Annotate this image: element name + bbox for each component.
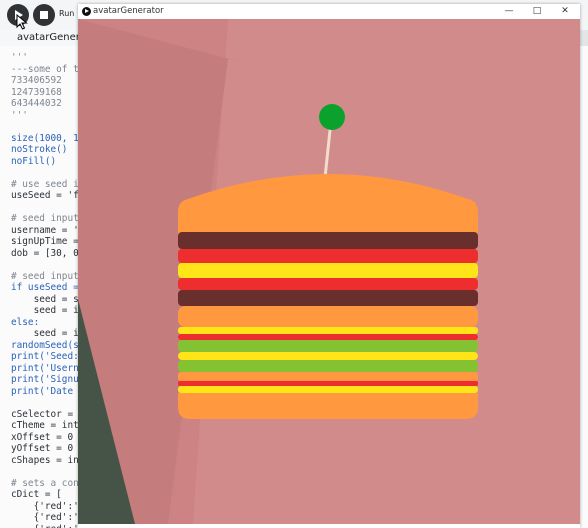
code-line: randomSeed(s — [11, 339, 79, 351]
code-line: 643444032 — [11, 98, 62, 109]
sketch-titlebar[interactable]: avatarGenerator — □ ✕ — [78, 4, 580, 19]
mouse-cursor-icon — [16, 14, 28, 30]
run-label: Run — [59, 9, 75, 18]
code-line: # sets a con — [11, 477, 79, 489]
lettuce-layer-2 — [178, 360, 478, 372]
code-line: {'red':' — [11, 512, 79, 523]
code-line: print('Seed: — [11, 351, 79, 362]
code-line: else: — [11, 316, 40, 328]
cheese-layer-3 — [178, 352, 478, 360]
cheese-layer-2 — [178, 327, 478, 334]
code-line: 124739168 — [11, 86, 62, 98]
code-line: seed = i — [11, 328, 79, 339]
code-line: # seed input — [11, 270, 79, 282]
olive — [319, 104, 345, 130]
code-line: ---some of t — [11, 63, 79, 75]
code-line: ''' — [11, 109, 28, 121]
processing-app-icon — [82, 7, 91, 16]
maximize-button[interactable]: □ — [526, 5, 548, 18]
tomato-layer-4 — [178, 381, 478, 386]
code-line: username = ' — [11, 224, 79, 236]
bun-lower — [178, 372, 478, 381]
code-line: print('Usern — [11, 362, 79, 374]
tomato-layer-2 — [178, 278, 478, 290]
close-button[interactable]: ✕ — [554, 5, 576, 18]
patty-bottom — [178, 290, 478, 306]
stop-icon — [40, 11, 48, 19]
code-line: yOffset = 0 — [11, 443, 74, 454]
code-line: {'red':' — [11, 500, 79, 512]
code-line: cTheme = int — [11, 420, 79, 431]
code-line: 733406592 — [11, 75, 62, 86]
bun-middle — [178, 306, 478, 327]
tomato-layer-3 — [178, 334, 478, 340]
code-line: noFill() — [11, 155, 57, 167]
code-line: seed = s — [11, 293, 79, 305]
code-line: xOffset = 0 — [11, 431, 74, 443]
bottom-bun — [178, 393, 478, 419]
code-line: print('Signu — [11, 374, 79, 385]
code-line: seed = i — [11, 305, 79, 316]
code-line: useSeed = 'f — [11, 190, 79, 201]
sketch-window: avatarGenerator — □ ✕ — [78, 4, 580, 528]
code-line: noStroke() — [11, 144, 68, 155]
code-line: ''' — [11, 52, 28, 63]
code-line: cSelector = — [11, 408, 74, 420]
sketch-window-title: avatarGenerator — [93, 6, 164, 16]
patty-top — [178, 232, 478, 249]
tomato-layer-1 — [178, 249, 478, 263]
code-line: # use seed i — [11, 178, 79, 190]
cheese-layer-4 — [178, 386, 478, 393]
code-line: cDict = [ — [11, 489, 62, 500]
cheese-layer-1 — [178, 263, 478, 278]
minimize-button[interactable]: — — [498, 5, 520, 18]
code-line: signUpTime = — [11, 236, 79, 247]
code-line: print('Date — [11, 385, 74, 397]
stop-button[interactable] — [33, 4, 55, 26]
code-line: # seed input — [11, 213, 79, 224]
lettuce-layer-1 — [178, 340, 478, 352]
sketch-canvas[interactable] — [78, 19, 580, 524]
code-line: dob = [30, 0 — [11, 247, 79, 259]
tab-avatar-generator[interactable]: avatarGenerator — [0, 30, 100, 46]
code-line: cShapes = in — [11, 454, 79, 466]
code-line: size(1000, 1 — [11, 132, 79, 144]
code-line: if useSeed = — [11, 282, 79, 293]
